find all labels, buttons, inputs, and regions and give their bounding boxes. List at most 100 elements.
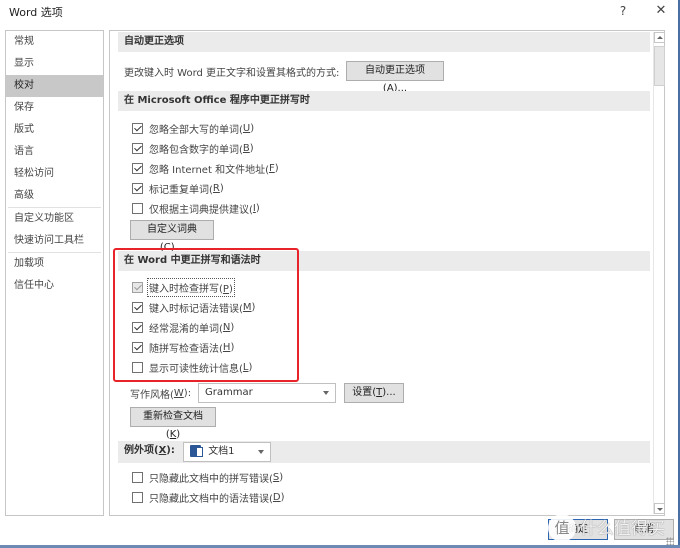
paren: ) <box>279 471 284 483</box>
sidebar-item-quick-access-toolbar[interactable]: 快速访问工具栏 <box>6 230 103 252</box>
option-label: 显示可读性统计信息( <box>149 363 243 375</box>
option-readability-statistics[interactable]: 显示可读性统计信息(L) <box>132 359 252 375</box>
option-ignore-internet[interactable]: 忽略 Internet 和文件地址(F) <box>132 160 279 176</box>
sidebar-item-display[interactable]: 显示 <box>6 53 103 75</box>
close-button[interactable]: ✕ <box>650 2 672 20</box>
checkbox[interactable] <box>132 341 143 353</box>
autocorrect-description-text: 更改键入时 Word 更正文字和设置其格式的方式: <box>124 67 340 79</box>
access-key: U <box>242 122 251 134</box>
button-suffix: ) <box>176 429 181 440</box>
option-check-grammar-with-spelling[interactable]: 随拼写检查语法(H) <box>132 339 234 355</box>
access-key: M <box>242 301 252 313</box>
option-confused-words[interactable]: 经常混淆的单词(N) <box>132 319 234 335</box>
button-suffix: )... <box>382 387 396 398</box>
option-ignore-numbers[interactable]: 忽略包含数字的单词(B) <box>132 140 254 156</box>
grammar-settings-button[interactable]: 设置(T)... <box>344 383 404 403</box>
option-label: 忽略包含数字的单词( <box>149 144 243 156</box>
word-document-icon <box>190 445 203 457</box>
option-flag-repeated[interactable]: 标记重复单词(R) <box>132 180 224 196</box>
help-button[interactable]: ? <box>612 2 634 20</box>
custom-dictionaries-button[interactable]: 自定义词典(C)... <box>130 220 214 253</box>
sidebar-item-save[interactable]: 保存 <box>6 97 103 119</box>
option-label: 标记重复单词( <box>149 184 213 196</box>
checkbox[interactable] <box>132 491 143 503</box>
checkbox[interactable] <box>132 182 143 194</box>
access-key: R <box>212 182 220 194</box>
section-header-word-spelling: 在 Word 中更正拼写和语法时 <box>118 251 650 271</box>
scrollbar-thumb[interactable] <box>654 46 665 86</box>
option-label: 键入时标记语法错误( <box>149 303 243 315</box>
option-main-dictionary-only[interactable]: 仅根据主词典提供建议(I) <box>132 200 260 216</box>
checkbox[interactable] <box>132 471 143 483</box>
scroll-down-icon[interactable] <box>654 503 665 514</box>
sidebar-item-layout[interactable]: 版式 <box>6 119 103 141</box>
section-header-office-spelling: 在 Microsoft Office 程序中更正拼写时 <box>118 91 650 111</box>
checkbox[interactable] <box>132 142 143 154</box>
paren: ) <box>249 142 254 154</box>
paren: ) <box>255 202 260 214</box>
writing-style-select[interactable]: Grammar <box>198 383 336 403</box>
watermark-text: 什么值得买 <box>580 519 665 539</box>
sidebar-item-proofing[interactable]: 校对 <box>6 75 103 97</box>
paren: ) <box>250 122 255 134</box>
paren: ) <box>251 301 256 313</box>
sidebar-item-accessibility[interactable]: 轻松访问 <box>6 163 103 185</box>
sidebar-item-advanced[interactable]: 高级 <box>6 185 103 207</box>
paren: ) <box>228 283 233 295</box>
chevron-down-icon <box>323 391 329 395</box>
chevron-down-icon <box>258 450 264 454</box>
autocorrect-options-button[interactable]: 自动更正选项(A)... <box>346 61 444 94</box>
option-label: 随拼写检查语法( <box>149 343 223 355</box>
section-header-autocorrect: 自动更正选项 <box>118 32 650 52</box>
paren: ) <box>219 182 224 194</box>
sidebar-item-customize-ribbon[interactable]: 自定义功能区 <box>6 208 103 230</box>
access-key: D <box>272 491 281 503</box>
label-suffix: ): <box>183 387 192 399</box>
exceptions-suffix: ): <box>166 445 175 456</box>
option-mark-grammar-errors[interactable]: 键入时标记语法错误(M) <box>132 299 255 315</box>
option-check-spelling-as-type[interactable]: 键入时检查拼写(P) <box>132 277 235 297</box>
access-key: B <box>242 142 250 154</box>
option-label: 忽略全部大写的单词( <box>149 124 243 136</box>
selected-value: 文档1 <box>208 446 235 457</box>
option-label: 只隐藏此文档中的拼写错误( <box>149 473 273 485</box>
word-options-dialog: Word 选项 ? ✕ 常规 显示 校对 保存 版式 语言 轻松访问 高级 自定… <box>0 0 680 548</box>
resize-grip-icon[interactable] <box>666 537 674 545</box>
option-hide-spelling-errors[interactable]: 只隐藏此文档中的拼写错误(S) <box>132 469 283 485</box>
checkbox[interactable] <box>132 361 143 373</box>
sidebar-item-language[interactable]: 语言 <box>6 141 103 163</box>
access-key: H <box>222 341 231 353</box>
autocorrect-description: 更改键入时 Word 更正文字和设置其格式的方式: <box>124 63 339 79</box>
access-key: W <box>173 387 184 399</box>
button-label: 设置( <box>352 387 377 398</box>
paren: ) <box>248 361 253 373</box>
scroll-up-icon[interactable] <box>654 32 665 43</box>
option-ignore-uppercase[interactable]: 忽略全部大写的单词(U) <box>132 120 254 136</box>
checkbox[interactable] <box>132 321 143 333</box>
checkbox[interactable] <box>132 162 143 174</box>
paren: ) <box>274 162 279 174</box>
recheck-document-button[interactable]: 重新检查文档(K) <box>130 407 216 440</box>
paren: ) <box>230 341 235 353</box>
selected-value: Grammar <box>205 387 253 398</box>
checkbox[interactable] <box>132 301 143 313</box>
label-text: 写作风格( <box>130 389 174 401</box>
paren: ) <box>280 491 285 503</box>
sidebar-item-trust-center[interactable]: 信任中心 <box>6 275 103 297</box>
exceptions-document-select[interactable]: 文档1 <box>183 442 271 462</box>
paren: ) <box>230 321 235 333</box>
option-label: 只隐藏此文档中的语法错误( <box>149 493 273 505</box>
option-label: 经常混淆的单词( <box>149 323 223 335</box>
dialog-title: Word 选项 <box>9 6 63 19</box>
checkbox[interactable] <box>132 202 143 214</box>
checkbox[interactable] <box>132 122 143 134</box>
option-hide-grammar-errors[interactable]: 只隐藏此文档中的语法错误(D) <box>132 489 285 505</box>
option-label: 仅根据主词典提供建议( <box>149 204 253 216</box>
vertical-scrollbar[interactable] <box>653 32 665 514</box>
writing-style-label: 写作风格(W): <box>130 385 191 401</box>
sidebar-nav: 常规 显示 校对 保存 版式 语言 轻松访问 高级 自定义功能区 快速访问工具栏… <box>5 30 104 516</box>
option-label: 键入时检查拼写( <box>149 283 223 295</box>
sidebar-item-add-ins[interactable]: 加载项 <box>6 253 103 275</box>
sidebar-item-general[interactable]: 常规 <box>6 31 103 53</box>
checkbox[interactable] <box>132 281 143 293</box>
